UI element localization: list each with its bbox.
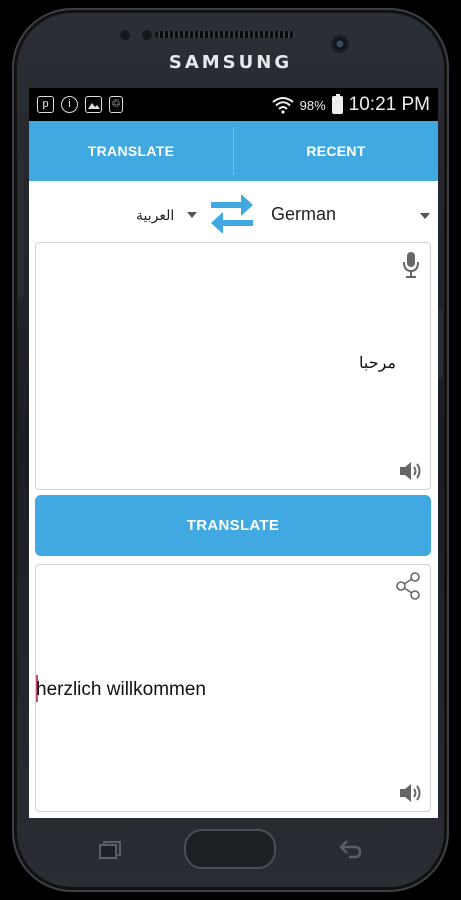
back-icon[interactable] [337,838,363,860]
source-text[interactable]: مرحبا [359,353,396,373]
battery-percent: 98% [299,97,326,113]
source-language-select[interactable]: العربية [136,207,174,224]
language-bar: العربية German [29,181,438,241]
status-right: 98% 10:21 PM [272,93,430,117]
wifi-icon [272,97,294,114]
source-dropdown-icon[interactable] [187,212,197,218]
output-panel[interactable]: herzlich willkommen [35,564,431,812]
image-icon [85,96,102,113]
translated-text[interactable]: herzlich willkommen [36,679,206,701]
home-button[interactable] [184,829,276,869]
tab-translate[interactable]: TRANSLATE [29,121,233,181]
screen: p i ♲ 98% 10:21 PM TRANSLATE RECENT العر… [29,88,438,818]
battery-icon [331,94,343,114]
target-language-select[interactable]: German [271,204,336,225]
share-icon[interactable] [394,571,422,601]
swap-languages-icon[interactable] [207,187,257,237]
speaker-icon[interactable] [398,781,424,805]
light-sensor [142,30,152,40]
status-time: 10:21 PM [348,94,430,115]
translate-button[interactable]: TRANSLATE [35,495,431,556]
target-dropdown-icon[interactable] [420,213,430,219]
device-brand: SAMSUNG [168,52,293,73]
recycle-icon: ♲ [109,96,123,113]
tab-bar: TRANSLATE RECENT [29,121,438,181]
status-bar: p i ♲ 98% 10:21 PM [29,88,438,121]
speaker-icon[interactable] [398,459,424,483]
info-icon: i [61,96,78,113]
proximity-sensor [120,30,130,40]
volume-button [18,158,24,298]
recent-apps-icon[interactable] [98,841,122,859]
tab-recent[interactable]: RECENT [234,121,438,181]
microphone-icon[interactable] [402,251,420,279]
input-panel[interactable]: مرحبا [35,242,431,490]
pinterest-icon: p [37,96,54,113]
earpiece-speaker [155,31,295,38]
